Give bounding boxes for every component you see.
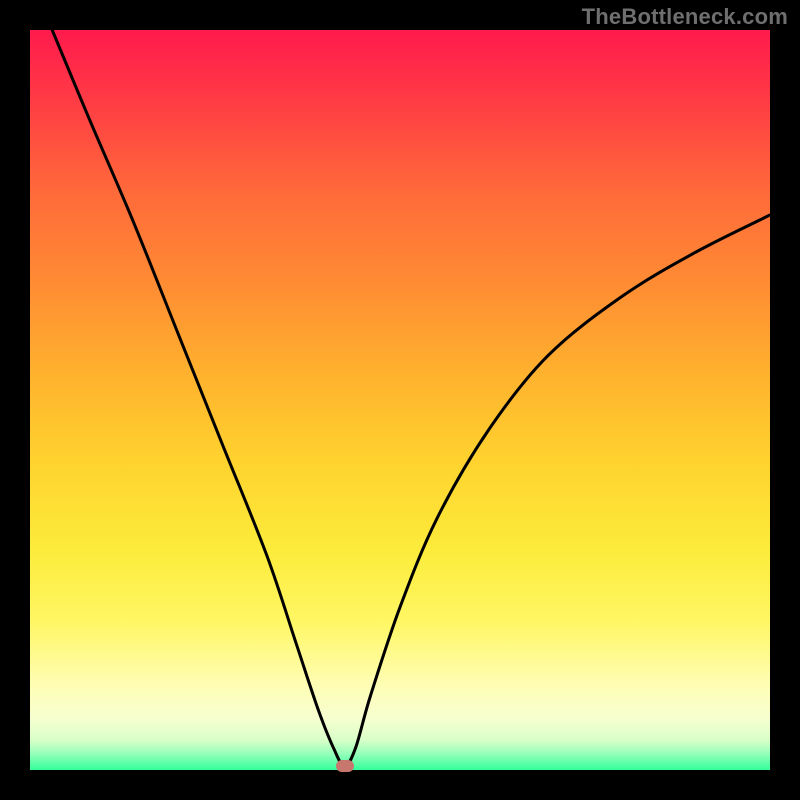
plot-area: [30, 30, 770, 770]
chart-frame: TheBottleneck.com: [0, 0, 800, 800]
watermark-text: TheBottleneck.com: [582, 4, 788, 30]
optimal-point-marker: [336, 760, 354, 772]
bottleneck-curve: [30, 30, 770, 770]
